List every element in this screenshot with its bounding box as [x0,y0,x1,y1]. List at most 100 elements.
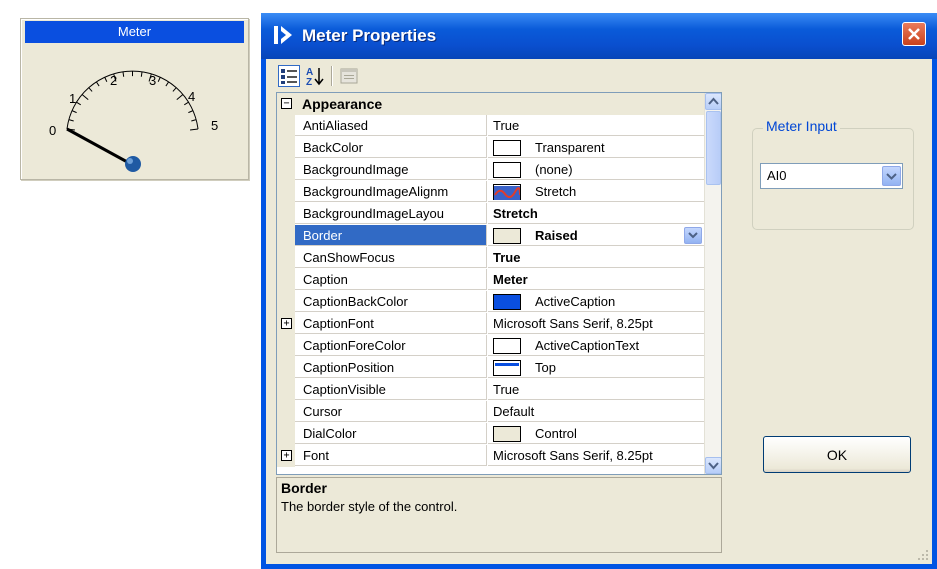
dial-tick [176,94,184,101]
property-value[interactable]: Meter [488,269,704,290]
expand-icon[interactable]: + [281,450,292,461]
collapse-icon[interactable]: − [281,98,292,109]
property-name[interactable]: BackgroundImage [295,159,487,180]
property-name[interactable]: CaptionFont [295,313,487,334]
property-value-text: True [493,382,520,397]
property-value-text: Stretch [493,206,538,221]
property-value[interactable]: True [488,379,704,400]
close-icon [908,28,920,40]
property-row-cursor[interactable]: Cursor Default [277,401,704,423]
property-row-backgroundimage[interactable]: BackgroundImage (none) [277,159,704,181]
property-name[interactable]: Border [295,225,487,246]
scale-label-2: 2 [110,73,117,88]
property-value-text: Transparent [535,140,605,155]
dial-tick [140,71,143,77]
categorized-view-button[interactable] [278,65,300,87]
alphabetical-view-button[interactable]: A Z [304,65,326,88]
property-value[interactable]: ActiveCaptionText [488,335,704,356]
property-value[interactable]: Stretch [488,203,704,224]
property-row-antialiased[interactable]: AntiAliased True [277,115,704,137]
property-value[interactable]: Microsoft Sans Serif, 8.25pt [488,445,704,466]
property-row-backgroundimagelayou[interactable]: BackgroundImageLayou Stretch [277,203,704,225]
property-row-captionposition[interactable]: CaptionPosition Top [277,357,704,379]
title-bar[interactable]: Meter Properties [261,13,937,59]
property-row-captionvisible[interactable]: CaptionVisible True [277,379,704,401]
property-row-font[interactable]: + Font Microsoft Sans Serif, 8.25pt [277,445,704,467]
property-name[interactable]: CaptionVisible [295,379,487,400]
property-row-canshowfocus[interactable]: CanShowFocus True [277,247,704,269]
dialog-client-area: A Z − Appearance AntiAliased True BackCo… [266,59,932,564]
property-row-captionforecolor[interactable]: CaptionForeColor ActiveCaptionText [277,335,704,357]
meter-input-select[interactable]: AI0 [760,163,903,189]
meter-needle [66,127,132,166]
row-gutter [277,401,295,423]
expand-icon[interactable]: + [281,318,292,329]
property-row-backgroundimagealignm[interactable]: BackgroundImageAlignm Stretch [277,181,704,203]
scroll-up-button[interactable] [705,93,721,110]
row-gutter [277,291,295,313]
resize-grip-icon[interactable] [917,549,929,561]
property-name[interactable]: AntiAliased [295,115,487,136]
row-gutter [277,379,295,401]
property-name[interactable]: BackColor [295,137,487,158]
property-value[interactable]: Default [488,401,704,422]
property-name[interactable]: DialColor [295,423,487,444]
property-row-captionbackcolor[interactable]: CaptionBackColor ActiveCaption [277,291,704,313]
color-swatch [493,161,521,178]
property-name[interactable]: CaptionPosition [295,357,487,378]
category-row-appearance[interactable]: − Appearance [277,93,704,115]
property-value[interactable]: Transparent [488,137,704,158]
property-value[interactable]: Control [488,423,704,444]
property-row-dialcolor[interactable]: DialColor Control [277,423,704,445]
scroll-down-button[interactable] [705,457,721,474]
property-value[interactable]: True [488,247,704,268]
property-value[interactable]: Stretch [488,181,704,202]
scrollbar-thumb[interactable] [706,111,721,185]
property-description-panel: Border The border style of the control. [276,477,722,553]
row-gutter [277,269,295,291]
dial-tick [157,77,161,82]
property-name[interactable]: BackgroundImageAlignm [295,181,487,202]
property-pages-button[interactable] [338,65,360,87]
dial-tick [165,81,170,87]
property-name[interactable]: Caption [295,269,487,290]
value-dropdown-button[interactable] [684,227,702,244]
meter-input-dropdown-button[interactable] [882,166,901,186]
caption-position-icon [493,359,521,376]
vertical-scrollbar[interactable] [704,93,721,474]
meter-control-preview[interactable]: Meter 0 1 2 3 4 5 [20,18,249,180]
scale-label-0: 0 [49,123,56,138]
property-row-captionfont[interactable]: + CaptionFont Microsoft Sans Serif, 8.25pt [277,313,704,335]
property-value[interactable]: Microsoft Sans Serif, 8.25pt [488,313,704,334]
description-title: Border [281,480,327,496]
property-value[interactable]: Top [488,357,704,378]
row-gutter [277,115,295,137]
meter-input-value: AI0 [767,168,787,183]
scale-label-4: 4 [188,89,195,104]
property-value[interactable]: True [488,115,704,136]
meter-input-label: Meter Input [763,118,840,134]
dial-tick [188,110,194,114]
property-value[interactable]: ActiveCaption [488,291,704,312]
scale-label-5: 5 [211,118,218,133]
property-name[interactable]: Cursor [295,401,487,422]
property-name[interactable]: BackgroundImageLayou [295,203,487,224]
property-row-border[interactable]: Border Raised [277,225,704,247]
meter-properties-dialog: Meter Properties A Z − Appearance AntiAl… [261,13,937,569]
property-row-backcolor[interactable]: BackColor Transparent [277,137,704,159]
alphabetical-sort-icon: A Z [306,67,324,88]
property-value[interactable]: (none) [488,159,704,180]
property-row-caption[interactable]: Caption Meter [277,269,704,291]
property-value[interactable]: Raised [488,225,704,246]
chevron-up-icon [708,97,719,105]
property-name[interactable]: CaptionForeColor [295,335,487,356]
property-name[interactable]: CaptionBackColor [295,291,487,312]
property-name[interactable]: Font [295,445,487,466]
close-button[interactable] [902,22,926,46]
property-name[interactable]: CanShowFocus [295,247,487,268]
ok-button[interactable]: OK [763,436,911,473]
property-value-text: Raised [535,228,578,243]
dial-tick [71,110,77,114]
scale-label-3: 3 [149,73,156,88]
chevron-down-icon [688,232,698,239]
